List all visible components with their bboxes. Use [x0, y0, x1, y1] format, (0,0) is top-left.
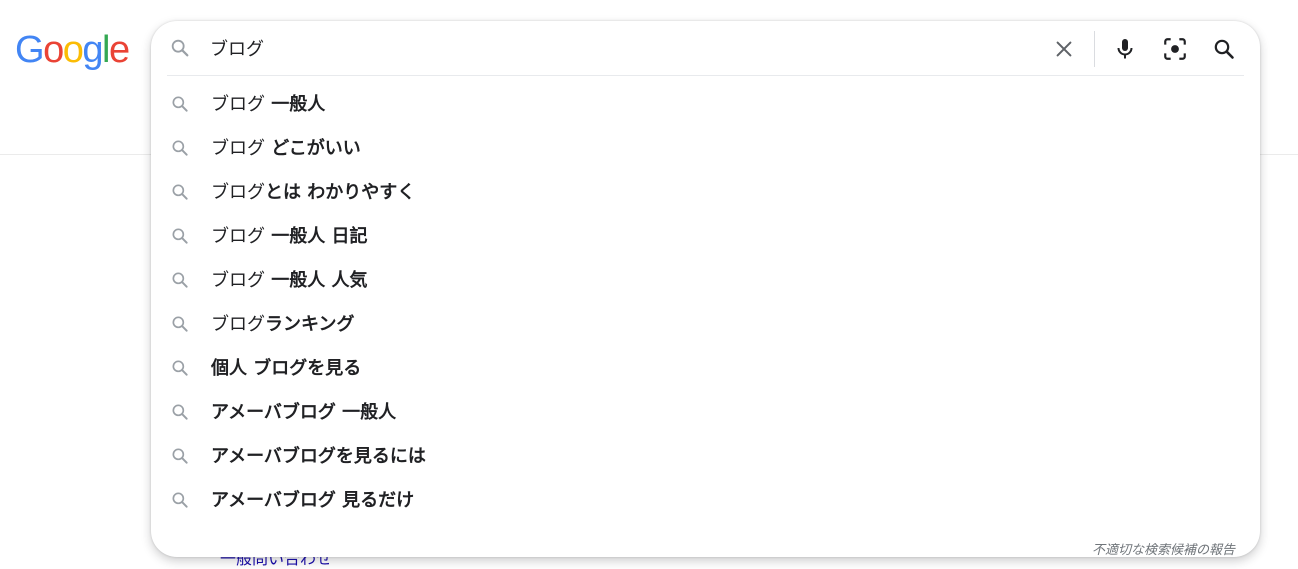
- suggestion-item[interactable]: 個人 ブログを見る: [151, 347, 1260, 391]
- logo-letter-5: l: [101, 29, 110, 71]
- suggestion-completion: どこがいい: [265, 138, 361, 159]
- search-icon: [1214, 39, 1234, 59]
- suggestion-text: 個人 ブログを見る: [211, 358, 361, 380]
- search-icon: [172, 448, 188, 464]
- camera-lens-icon: [1164, 38, 1186, 60]
- logo-letter-4: g: [82, 29, 103, 71]
- suggestion-completion: ランキング: [265, 314, 355, 335]
- suggestion-completion: 一般人: [265, 94, 326, 115]
- close-icon: [1056, 41, 1072, 57]
- suggestion-item[interactable]: ブログとは わかりやすく: [151, 171, 1260, 215]
- search-input[interactable]: [210, 33, 1030, 63]
- suggestion-completion: 個人 ブログを見る: [211, 358, 362, 379]
- search-icon: [172, 404, 188, 420]
- clear-button[interactable]: [1048, 33, 1080, 65]
- suggestion-query: ブログ: [211, 270, 265, 291]
- suggestion-item[interactable]: アメーバブログ 一般人: [151, 391, 1260, 435]
- suggestion-completion: 一般人 人気: [265, 270, 368, 291]
- suggestion-completion: アメーバブログを見るには: [211, 446, 426, 467]
- suggestion-query: ブログ: [211, 182, 265, 203]
- search-icon: [172, 360, 188, 376]
- search-icon: [171, 39, 189, 57]
- search-icon: [172, 96, 188, 112]
- suggestion-completion: アメーバブログ 見るだけ: [211, 490, 415, 511]
- google-logo[interactable]: Google: [15, 27, 130, 73]
- suggestion-query: ブログ: [211, 314, 265, 335]
- suggestion-item[interactable]: ブログ どこがいい: [151, 127, 1260, 171]
- suggestion-item[interactable]: アメーバブログを見るには: [151, 435, 1260, 479]
- suggestion-query: ブログ: [211, 138, 265, 159]
- suggestion-text: ブログとは わかりやすく: [211, 182, 415, 204]
- search-icon: [172, 140, 188, 156]
- suggestion-query: ブログ: [211, 226, 265, 247]
- suggestion-text: ブログ 一般人: [211, 94, 325, 116]
- suggestion-text: アメーバブログを見るには: [211, 446, 426, 468]
- image-search-button[interactable]: [1159, 33, 1191, 65]
- logo-letter-3: o: [62, 29, 84, 71]
- search-box: ブログ 一般人 ブログ どこがいい ブログとは わかりやすく ブログ 一般人 日…: [151, 21, 1260, 557]
- search-icon: [172, 184, 188, 200]
- suggestion-item[interactable]: ブログ 一般人 日記: [151, 215, 1260, 259]
- logo-letter-1: G: [15, 29, 45, 71]
- suggestion-list: ブログ 一般人 ブログ どこがいい ブログとは わかりやすく ブログ 一般人 日…: [151, 83, 1260, 523]
- suggestion-completion: アメーバブログ 一般人: [211, 402, 397, 423]
- suggestion-text: ブログ 一般人 人気: [211, 270, 368, 292]
- search-icon: [172, 228, 188, 244]
- logo-letter-6: e: [108, 29, 130, 71]
- suggestion-item[interactable]: ブログ 一般人: [151, 83, 1260, 127]
- search-icon: [172, 316, 188, 332]
- suggestion-item[interactable]: ブログ 一般人 人気: [151, 259, 1260, 303]
- suggestion-text: アメーバブログ 見るだけ: [211, 490, 414, 512]
- suggestion-completion: とは わかりやすく: [265, 182, 416, 203]
- search-icon: [172, 492, 188, 508]
- toolbar-divider: [1094, 31, 1095, 67]
- search-submit-button[interactable]: [1208, 33, 1240, 65]
- suggestion-text: ブログ 一般人 日記: [211, 226, 368, 248]
- suggestion-text: アメーバブログ 一般人: [211, 402, 396, 424]
- suggestion-item[interactable]: ブログランキング: [151, 303, 1260, 347]
- voice-search-button[interactable]: [1109, 33, 1141, 65]
- suggestion-completion: 一般人 日記: [265, 226, 368, 247]
- report-inappropriate-predictions-link[interactable]: 不適切な検索候補の報告: [1092, 539, 1235, 557]
- search-icon: [172, 272, 188, 288]
- suggestions-divider: [167, 75, 1244, 76]
- suggestion-item[interactable]: アメーバブログ 見るだけ: [151, 479, 1260, 523]
- microphone-icon: [1117, 39, 1133, 59]
- logo-letter-2: o: [43, 29, 64, 71]
- suggestion-text: ブログ どこがいい: [211, 138, 361, 160]
- search-bar: [151, 21, 1260, 76]
- suggestion-query: ブログ: [211, 94, 265, 115]
- suggestion-text: ブログランキング: [211, 314, 354, 336]
